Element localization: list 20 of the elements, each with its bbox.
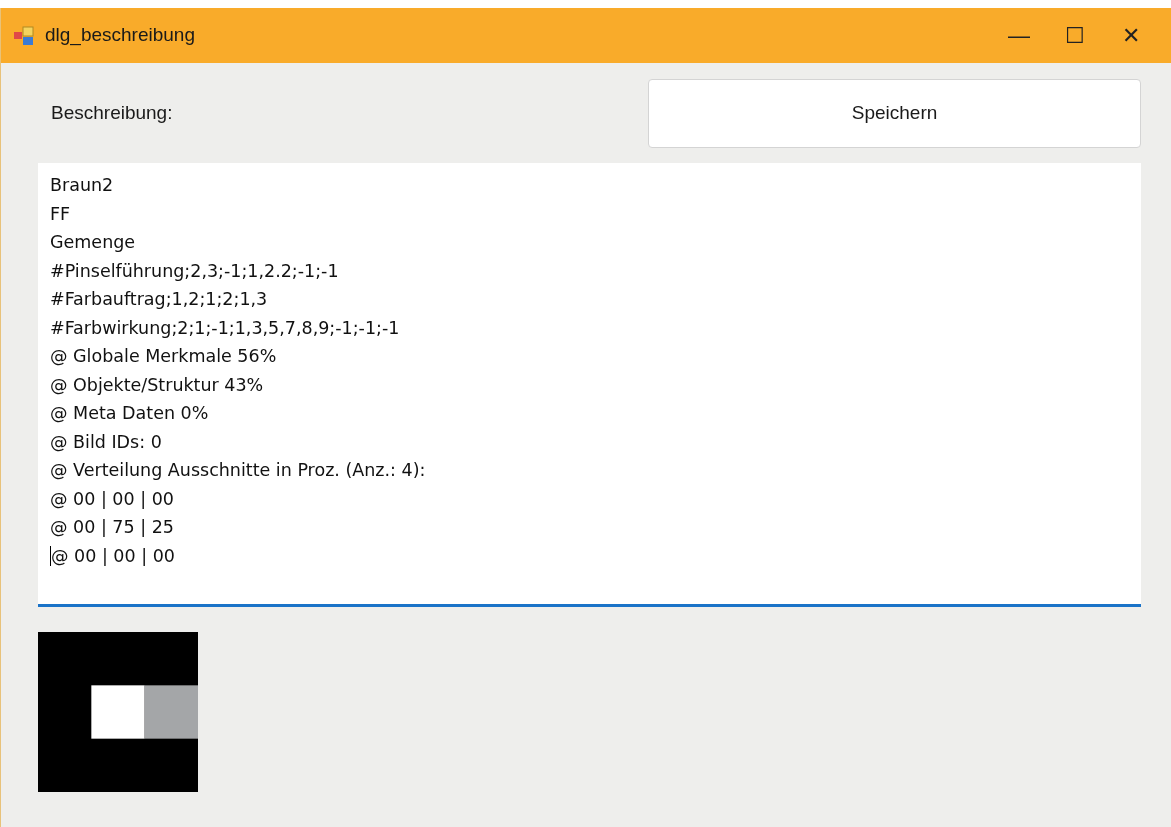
text-line: Braun2 xyxy=(50,174,114,198)
text-line: @ Verteilung Ausschnitte in Proz. (Anz.: 4): xyxy=(50,459,426,483)
text-line: #Farbwirkung;2;1;-1;1,3,5,7,8,9;-1;-1;-1 xyxy=(50,316,400,340)
text-line: @ Meta Daten 0% xyxy=(50,402,209,426)
text-line: @ Bild IDs: 0 xyxy=(50,430,162,454)
text-line: @ 00 | 00 | 00 xyxy=(50,487,174,511)
text-line: @ 00 | 00 | 00 xyxy=(51,544,175,568)
text-line: #Pinselführung;2,3;-1;1,2.2;-1;-1 xyxy=(50,259,339,283)
text-line: @ 00 | 75 | 25 xyxy=(50,516,174,540)
app-icon xyxy=(13,25,35,46)
text-line: FF xyxy=(50,202,71,226)
text-line: @ Globale Merkmale 56% xyxy=(50,345,277,369)
text-area[interactable] xyxy=(38,163,1141,607)
save-button[interactable]: Speichern xyxy=(648,78,1141,148)
text-line: @ Objekte/Struktur 43% xyxy=(50,373,264,397)
text-line: #Farbauftrag;1,2;1;2;1,3 xyxy=(50,288,268,312)
window-title: dlg_beschreibung xyxy=(45,23,195,48)
text-caret xyxy=(50,545,51,566)
description-label: Beschreibung: xyxy=(51,100,173,125)
text-line: Gemenge xyxy=(50,231,136,255)
